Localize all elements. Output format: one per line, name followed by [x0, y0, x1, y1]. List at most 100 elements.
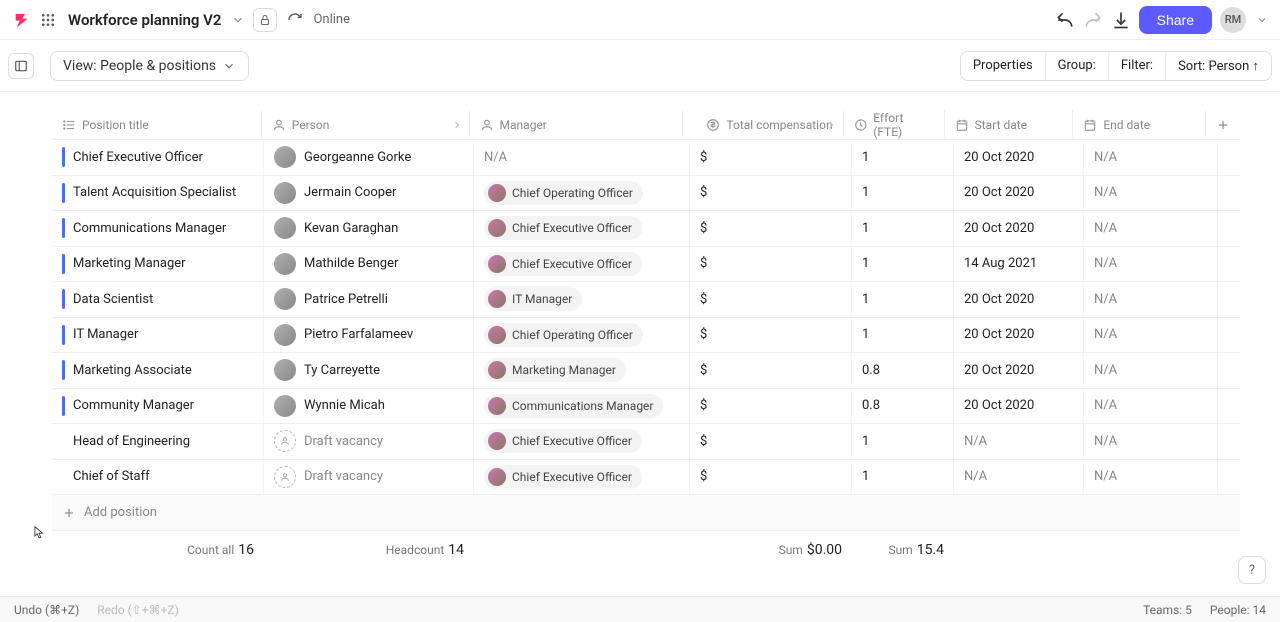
- compensation-cell[interactable]: $: [690, 460, 852, 495]
- position-cell[interactable]: IT Manager: [52, 318, 264, 353]
- end-date-cell[interactable]: N/A: [1084, 282, 1218, 317]
- end-date-cell[interactable]: N/A: [1084, 424, 1218, 459]
- apps-grid-icon[interactable]: [38, 10, 58, 30]
- group-button[interactable]: Group:: [1045, 52, 1108, 80]
- table-row[interactable]: Data ScientistPatrice Petrelli IT Manager…: [52, 282, 1240, 318]
- end-date-cell[interactable]: N/A: [1084, 247, 1218, 282]
- manager-cell[interactable]: Chief Executive Officer: [474, 247, 690, 282]
- person-cell[interactable]: Georgeanne Gorke: [264, 140, 474, 175]
- filter-button[interactable]: Filter:: [1108, 52, 1165, 80]
- start-date-cell[interactable]: N/A: [954, 424, 1084, 459]
- view-selector[interactable]: View: People & positions: [50, 51, 249, 81]
- start-date-cell[interactable]: 20 Oct 2020: [954, 318, 1084, 353]
- manager-chip[interactable]: Chief Executive Officer: [484, 465, 642, 489]
- start-date-cell[interactable]: 20 Oct 2020: [954, 140, 1084, 175]
- manager-cell[interactable]: Chief Executive Officer: [474, 211, 690, 246]
- compensation-cell[interactable]: $: [690, 247, 852, 282]
- column-header-position[interactable]: Position title: [52, 110, 262, 139]
- position-cell[interactable]: Data Scientist: [52, 282, 264, 317]
- manager-chip[interactable]: Chief Executive Officer: [484, 252, 642, 276]
- table-row[interactable]: Chief Executive OfficerGeorgeanne GorkeN…: [52, 140, 1240, 176]
- end-date-cell[interactable]: N/A: [1084, 318, 1218, 353]
- effort-cell[interactable]: 1: [852, 140, 954, 175]
- effort-cell[interactable]: 1: [852, 282, 954, 317]
- share-button[interactable]: Share: [1139, 6, 1212, 34]
- manager-chip[interactable]: IT Manager: [484, 287, 582, 311]
- start-date-cell[interactable]: N/A: [954, 460, 1084, 495]
- manager-cell[interactable]: IT Manager: [474, 282, 690, 317]
- person-cell[interactable]: Ty Carreyette: [264, 353, 474, 388]
- end-date-cell[interactable]: N/A: [1084, 389, 1218, 424]
- manager-cell[interactable]: Chief Executive Officer: [474, 424, 690, 459]
- compensation-cell[interactable]: $: [690, 353, 852, 388]
- manager-cell[interactable]: N/A: [474, 140, 690, 175]
- person-cell[interactable]: Draft vacancy: [264, 424, 474, 459]
- start-date-cell[interactable]: 20 Oct 2020: [954, 389, 1084, 424]
- user-avatar[interactable]: RM: [1220, 7, 1246, 33]
- manager-chip[interactable]: Chief Executive Officer: [484, 429, 642, 453]
- person-cell[interactable]: Patrice Petrelli: [264, 282, 474, 317]
- start-date-cell[interactable]: 20 Oct 2020: [954, 211, 1084, 246]
- position-cell[interactable]: Communications Manager: [52, 211, 264, 246]
- sort-button[interactable]: Sort: Person ↑: [1165, 52, 1271, 80]
- start-date-cell[interactable]: 20 Oct 2020: [954, 176, 1084, 211]
- manager-cell[interactable]: Communications Manager: [474, 389, 690, 424]
- end-date-cell[interactable]: N/A: [1084, 140, 1218, 175]
- table-row[interactable]: Marketing ManagerMathilde BengerChief Ex…: [52, 247, 1240, 283]
- compensation-cell[interactable]: $: [690, 424, 852, 459]
- effort-cell[interactable]: 0.8: [852, 353, 954, 388]
- document-title[interactable]: Workforce planning V2: [68, 11, 221, 29]
- manager-cell[interactable]: Chief Operating Officer: [474, 176, 690, 211]
- end-date-cell[interactable]: N/A: [1084, 176, 1218, 211]
- compensation-cell[interactable]: $: [690, 389, 852, 424]
- table-row[interactable]: Chief of StaffDraft vacancy Chief Executi…: [52, 460, 1240, 496]
- sidebar-toggle-button[interactable]: [8, 53, 34, 79]
- redo-icon[interactable]: [1083, 10, 1103, 30]
- effort-cell[interactable]: 1: [852, 318, 954, 353]
- effort-cell[interactable]: 1: [852, 424, 954, 459]
- start-date-cell[interactable]: 14 Aug 2021: [954, 247, 1084, 282]
- properties-button[interactable]: Properties: [961, 52, 1045, 80]
- column-header-start-date[interactable]: Start date: [945, 110, 1074, 139]
- person-cell[interactable]: Wynnie Micah: [264, 389, 474, 424]
- help-button[interactable]: ?: [1238, 556, 1266, 584]
- table-row[interactable]: IT ManagerPietro FarfalameevChief Operat…: [52, 318, 1240, 354]
- person-cell[interactable]: Draft vacancy: [264, 460, 474, 495]
- title-chevron-down-icon[interactable]: [231, 13, 245, 27]
- add-position-row[interactable]: Add position: [52, 495, 1240, 531]
- refresh-icon[interactable]: [285, 10, 305, 30]
- position-cell[interactable]: Chief of Staff: [52, 460, 264, 495]
- position-cell[interactable]: Chief Executive Officer: [52, 140, 264, 175]
- column-header-person[interactable]: Person: [262, 110, 470, 139]
- person-cell[interactable]: Kevan Garaghan: [264, 211, 474, 246]
- column-header-manager[interactable]: Manager: [470, 110, 684, 139]
- end-date-cell[interactable]: N/A: [1084, 460, 1218, 495]
- table-row[interactable]: Talent Acquisition SpecialistJermain Coo…: [52, 176, 1240, 212]
- table-row[interactable]: Community ManagerWynnie Micah Communicati…: [52, 389, 1240, 425]
- undo-icon[interactable]: [1055, 10, 1075, 30]
- end-date-cell[interactable]: N/A: [1084, 353, 1218, 388]
- manager-cell[interactable]: Chief Executive Officer: [474, 460, 690, 495]
- effort-cell[interactable]: 1: [852, 460, 954, 495]
- download-icon[interactable]: [1111, 10, 1131, 30]
- compensation-cell[interactable]: $: [690, 318, 852, 353]
- undo-status[interactable]: Undo (⌘+Z): [14, 603, 79, 617]
- column-header-end-date[interactable]: End date: [1073, 110, 1206, 139]
- manager-chip[interactable]: Communications Manager: [484, 394, 663, 418]
- add-column-button[interactable]: [1206, 110, 1240, 139]
- person-cell[interactable]: Pietro Farfalameev: [264, 318, 474, 353]
- position-cell[interactable]: Marketing Associate: [52, 353, 264, 388]
- effort-cell[interactable]: 1: [852, 176, 954, 211]
- effort-cell[interactable]: 1: [852, 247, 954, 282]
- compensation-cell[interactable]: $: [690, 282, 852, 317]
- table-row[interactable]: Communications ManagerKevan Garaghan Chie…: [52, 211, 1240, 247]
- position-cell[interactable]: Talent Acquisition Specialist: [52, 176, 264, 211]
- person-cell[interactable]: Jermain Cooper: [264, 176, 474, 211]
- manager-chip[interactable]: Chief Executive Officer: [484, 216, 642, 240]
- start-date-cell[interactable]: 20 Oct 2020: [954, 282, 1084, 317]
- column-header-effort[interactable]: Effort (FTE): [844, 110, 945, 139]
- start-date-cell[interactable]: 20 Oct 2020: [954, 353, 1084, 388]
- position-cell[interactable]: Community Manager: [52, 389, 264, 424]
- effort-cell[interactable]: 0.8: [852, 389, 954, 424]
- compensation-cell[interactable]: $: [690, 140, 852, 175]
